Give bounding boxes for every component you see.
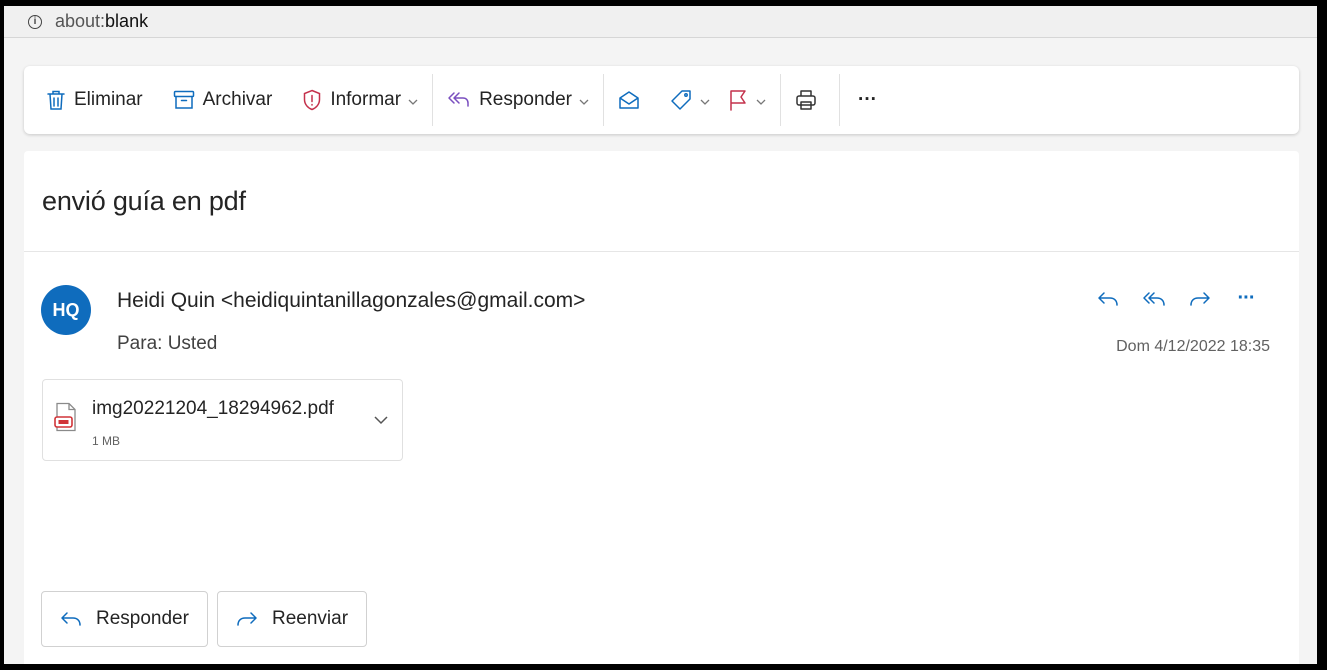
address-bar[interactable]: i about: blank	[4, 6, 1317, 38]
forward-button-label: Reenviar	[272, 608, 349, 629]
command-toolbar: Eliminar Archivar Informar Responder ···	[24, 66, 1299, 134]
report-button[interactable]: Informar	[302, 80, 418, 120]
reading-pane: envió guía en pdf HQ Heidi Quin <heidiqu…	[24, 151, 1299, 664]
printer-icon	[795, 89, 817, 111]
more-label: ···	[858, 89, 877, 110]
archive-icon	[173, 90, 195, 110]
forward-button[interactable]: Reenviar	[217, 591, 368, 647]
toolbar-divider	[432, 74, 434, 126]
toolbar-divider	[603, 74, 605, 126]
reply-button-label: Responder	[96, 608, 189, 629]
archive-button[interactable]: Archivar	[173, 80, 273, 120]
more-actions-button[interactable]: ···	[858, 80, 877, 120]
delete-label: Eliminar	[74, 89, 143, 110]
reply-all-icon	[447, 91, 471, 109]
forward-icon[interactable]	[1177, 291, 1223, 307]
shield-warning-icon	[302, 89, 322, 111]
window-frame: i about: blank Eliminar Archivar Informa…	[0, 0, 1327, 670]
info-icon[interactable]: i	[28, 14, 42, 29]
attachment-size: 1 MB	[92, 434, 121, 448]
chevron-down-icon[interactable]	[700, 95, 710, 109]
flag-icon	[728, 89, 748, 111]
subject-header: envió guía en pdf	[24, 151, 1299, 252]
avatar[interactable]: HQ	[41, 285, 91, 335]
pdf-file-icon	[54, 402, 78, 437]
trash-icon	[46, 89, 66, 111]
reply-button[interactable]: Responder	[41, 591, 208, 647]
categorize-button[interactable]	[670, 80, 710, 120]
attachment-card[interactable]: img20221204_18294962.pdf 1 MB	[42, 379, 403, 461]
chevron-down-icon[interactable]	[579, 95, 589, 109]
url-host: blank	[105, 11, 149, 31]
message-date: Dom 4/12/2022 18:35	[1116, 338, 1270, 355]
reply-icon	[60, 611, 82, 627]
reply-label: Responder	[479, 89, 573, 110]
reply-all-button[interactable]: Responder	[447, 80, 589, 120]
delete-button[interactable]: Eliminar	[46, 80, 143, 120]
forward-icon	[236, 611, 258, 627]
message-subject: envió guía en pdf	[42, 185, 246, 216]
recipient-line: Para: Usted	[117, 333, 218, 354]
flag-button[interactable]	[728, 80, 766, 120]
toolbar-divider	[780, 74, 782, 126]
message-actions: ···	[1085, 287, 1269, 310]
attachment-name: img20221204_18294962.pdf	[92, 398, 334, 419]
chevron-down-icon[interactable]	[756, 95, 766, 109]
reply-icon[interactable]	[1085, 291, 1131, 307]
envelope-open-icon	[618, 90, 640, 110]
reply-all-icon[interactable]	[1131, 291, 1177, 307]
tag-icon	[670, 89, 692, 111]
mark-read-button[interactable]	[618, 80, 648, 120]
chevron-down-icon[interactable]	[408, 95, 418, 109]
sender-name[interactable]: Heidi Quin <heidiquintanillagonzales@gma…	[117, 289, 585, 313]
toolbar-divider	[839, 74, 841, 126]
more-options-button[interactable]: ···	[1223, 287, 1269, 310]
report-label: Informar	[330, 89, 402, 110]
chevron-down-icon[interactable]	[373, 412, 389, 430]
print-button[interactable]	[795, 80, 825, 120]
archive-label: Archivar	[202, 89, 273, 110]
url-scheme: about:	[55, 11, 106, 31]
